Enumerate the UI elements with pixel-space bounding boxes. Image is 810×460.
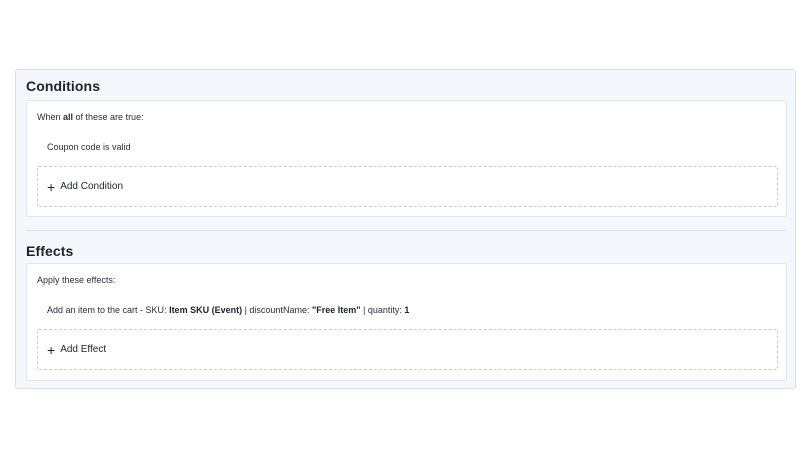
conditions-title: Conditions xyxy=(26,78,101,94)
effects-card: Apply these effects: Add an item to the … xyxy=(26,263,787,381)
effect-quantity: 1 xyxy=(404,305,410,315)
rule-panel: Conditions When all of these are true: C… xyxy=(15,69,796,389)
add-condition-label: Add Condition xyxy=(60,181,124,192)
effects-title: Effects xyxy=(26,243,74,259)
conditions-intro-keyword: all xyxy=(63,112,74,122)
add-condition-button[interactable]: + Add Condition xyxy=(37,166,778,207)
plus-icon: + xyxy=(47,341,56,358)
add-effect-button[interactable]: + Add Effect xyxy=(37,329,778,370)
condition-item[interactable]: Coupon code is valid xyxy=(47,142,131,152)
add-effect-label: Add Effect xyxy=(60,344,107,355)
plus-icon: + xyxy=(47,178,56,195)
effects-intro: Apply these effects: xyxy=(37,275,116,285)
section-divider xyxy=(26,230,787,231)
effect-discount-name: "Free Item" xyxy=(311,305,361,315)
conditions-card: When all of these are true: Coupon code … xyxy=(26,100,787,217)
effect-item[interactable]: Add an item to the cart - SKU: Item SKU … xyxy=(47,305,409,315)
conditions-intro: When all of these are true: xyxy=(37,112,144,122)
effect-sku: Item SKU (Event) xyxy=(169,305,243,315)
